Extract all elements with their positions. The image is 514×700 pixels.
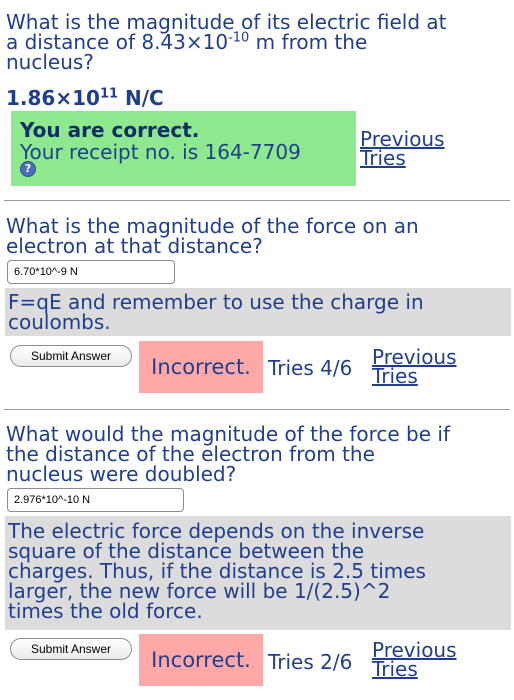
q3-hint: The electric force depends on the invers… [5, 516, 511, 630]
q2-question: What is the magnitude of the force on an… [6, 216, 511, 256]
q2-tries-count: Tries 4/6 [268, 356, 353, 380]
q3-hint-line2: square of the distance between the [8, 539, 365, 563]
q2-hint-line2: coulombs. [8, 310, 111, 334]
q3-submit-answer-button[interactable]: Submit Answer [10, 638, 132, 660]
q2-incorrect-badge: Incorrect. [139, 341, 263, 393]
divider [4, 200, 510, 201]
q1-question: What is the magnitude of its electric fi… [6, 12, 511, 72]
q1-correct-title: You are correct. [20, 118, 200, 142]
q1-receipt: Your receipt no. is 164-7709 [20, 140, 301, 164]
q3-previous-tries-link[interactable]: Previous Tries [372, 640, 457, 679]
q3-hint-line5: times the old force. [8, 599, 203, 623]
q1-previous-tries-link[interactable]: Previous Tries [360, 129, 445, 168]
q3-incorrect-badge: Incorrect. [139, 634, 263, 686]
q3-question-line3: nucleus were doubled? [6, 462, 237, 486]
q2-question-line2: electron at that distance? [6, 234, 263, 258]
q3-tries-count: Tries 2/6 [268, 650, 353, 674]
q1-question-line1: What is the magnitude of its electric fi… [6, 10, 447, 34]
q2-previous-tries-link[interactable]: Previous Tries [372, 347, 457, 386]
q3-question-line1: What would the magnitude of the force be… [6, 422, 450, 446]
q2-submit-answer-button[interactable]: Submit Answer [10, 345, 132, 367]
q1-question-line2: a distance of 8.43×10-10 m from the [6, 30, 368, 54]
q2-question-line1: What is the magnitude of the force on an [6, 214, 419, 238]
q3-hint-line4: larger, the new force will be 1/(2.5)^2 [8, 579, 391, 603]
q2-answer-input[interactable]: 6.70*10^-9 N [7, 260, 175, 284]
q3-hint-line1: The electric force depends on the invers… [8, 519, 425, 543]
help-icon[interactable]: ? [20, 161, 36, 177]
q3-question-line2: the distance of the electron from the [6, 442, 375, 466]
q2-hint-line1: F=qE and remember to use the charge in [8, 290, 424, 314]
divider [4, 409, 510, 410]
q2-hint: F=qE and remember to use the charge in c… [5, 288, 511, 336]
q3-hint-line3: charges. Thus, if the distance is 2.5 ti… [8, 559, 426, 583]
q1-answer: 1.86×1011 N/C [6, 86, 164, 110]
q3-answer-input[interactable]: 2.976*10^-10 N [7, 488, 184, 512]
q3-question: What would the magnitude of the force be… [6, 424, 511, 484]
q1-question-line3: nucleus? [6, 50, 94, 74]
